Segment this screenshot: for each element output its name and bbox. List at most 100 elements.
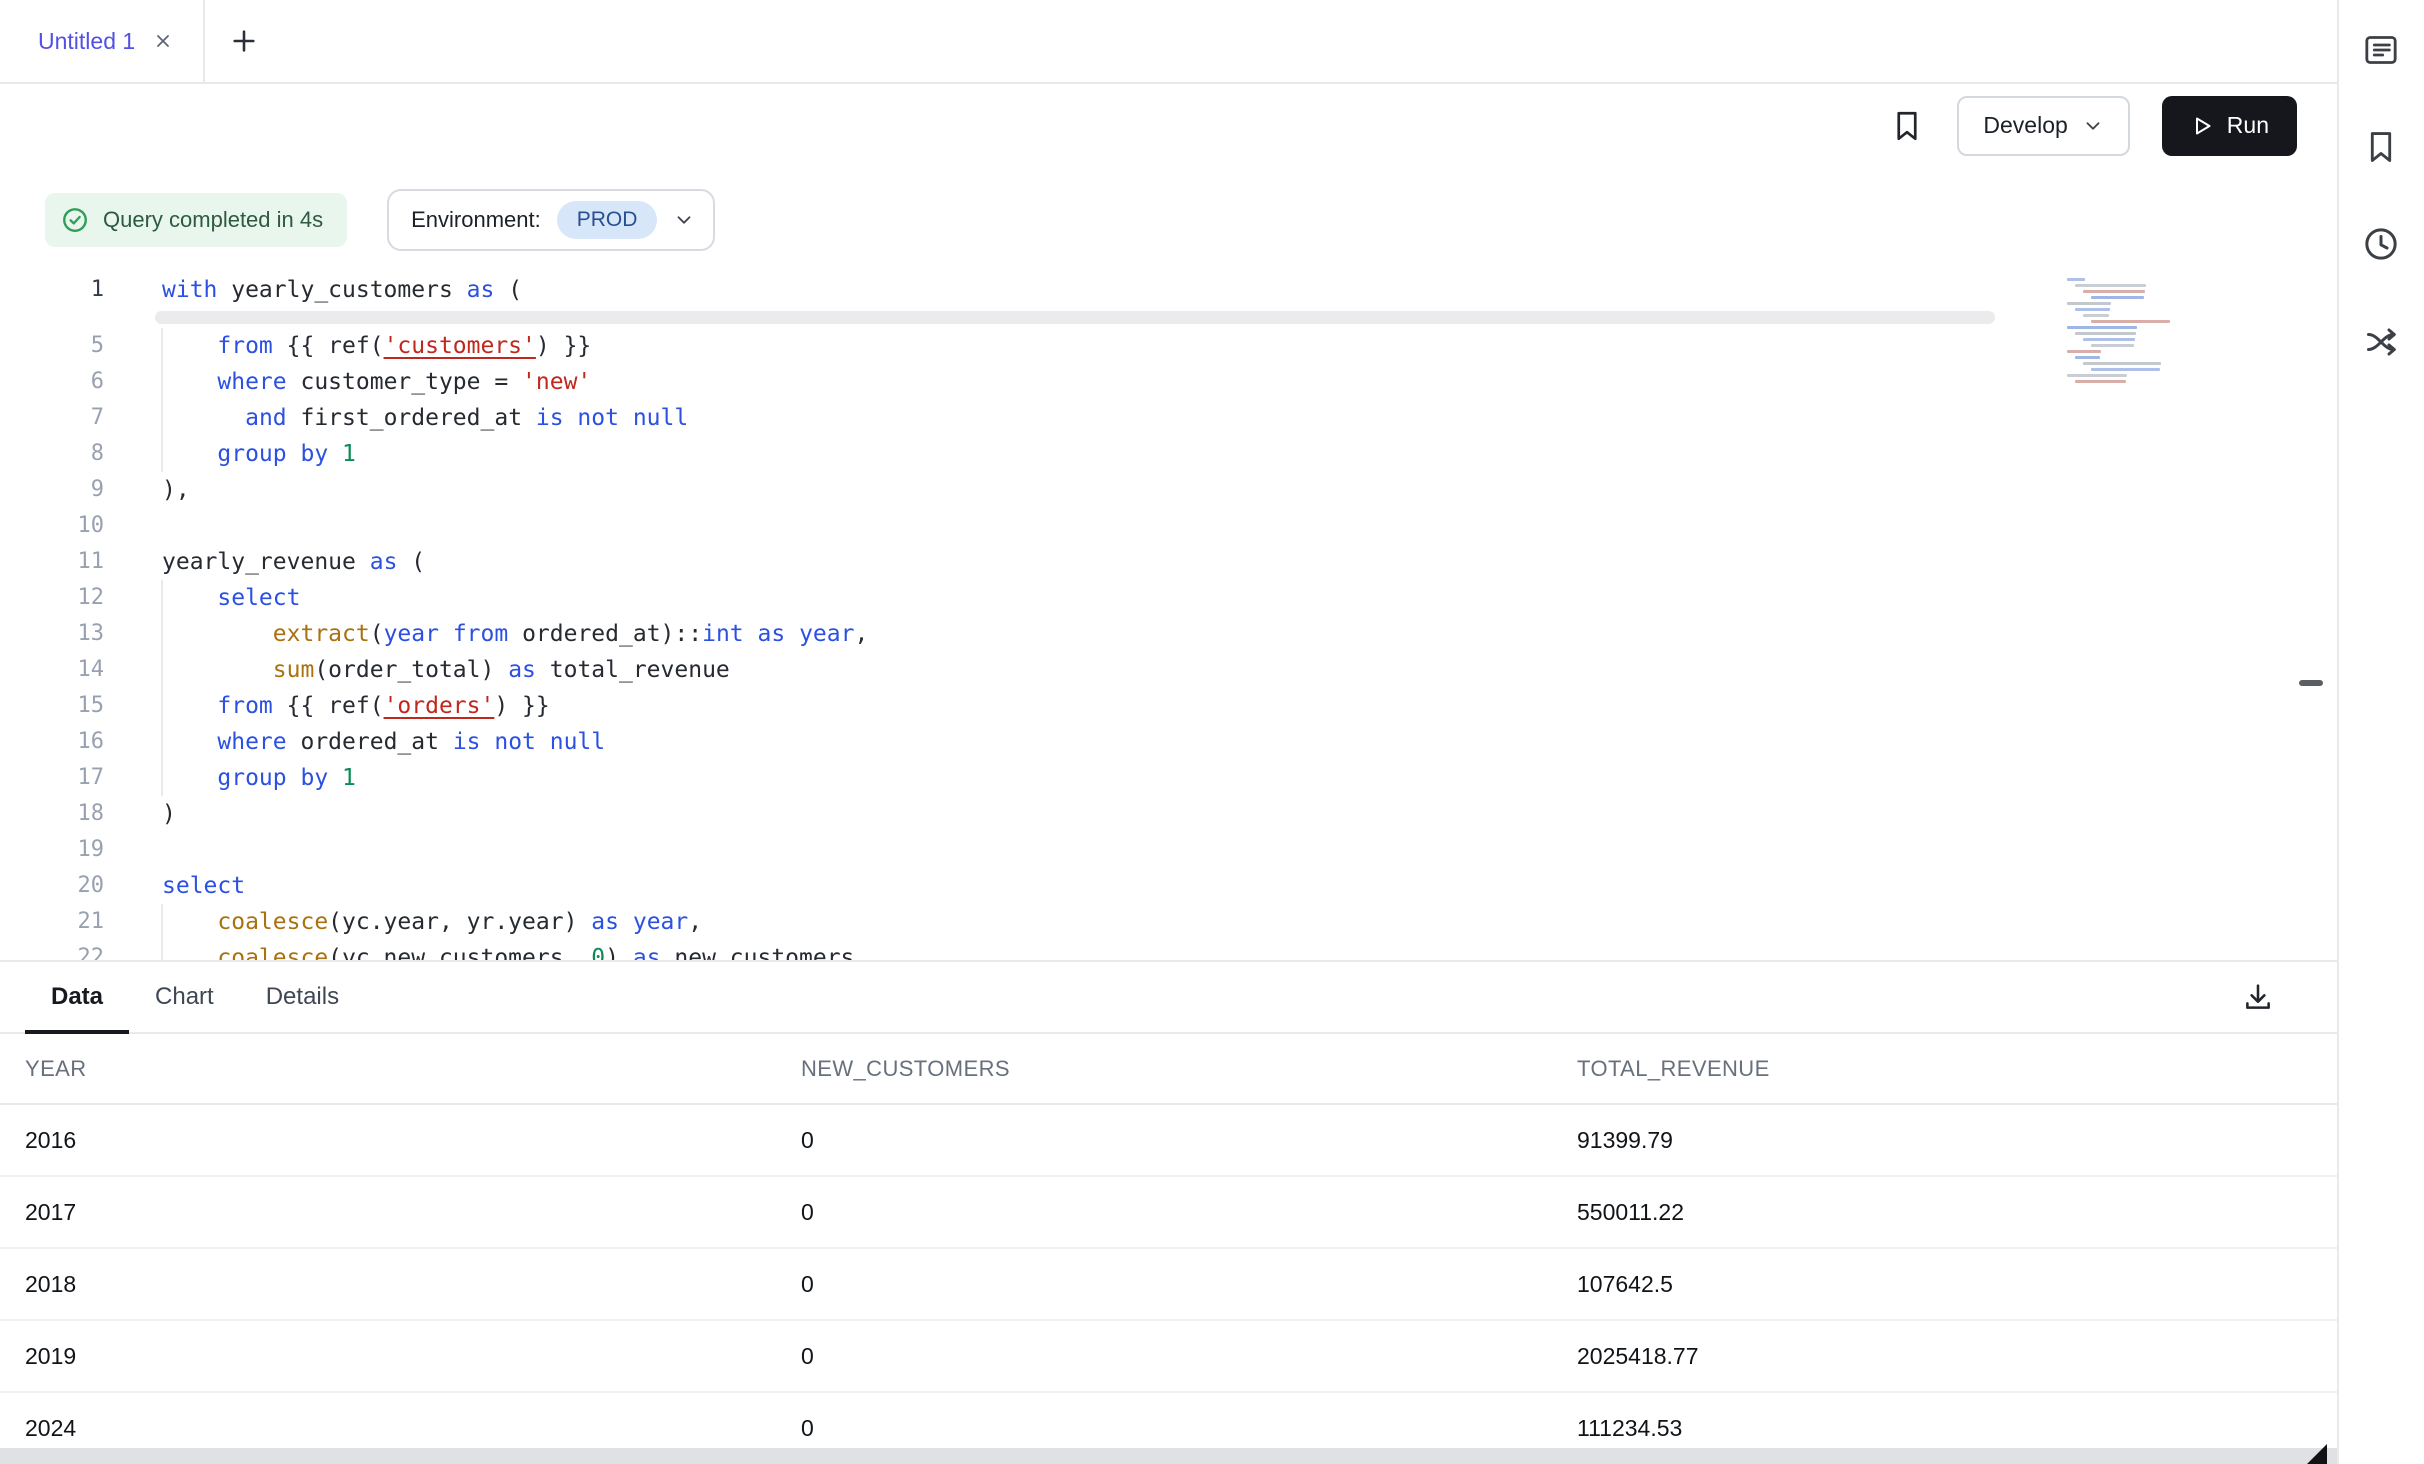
table-row: 20170550011.22 — [0, 1177, 2337, 1249]
table-header: YEAR NEW_CUSTOMERS TOTAL_REVENUE — [0, 1034, 2337, 1105]
line-number: 20 — [0, 868, 104, 904]
download-button[interactable] — [2241, 980, 2275, 1014]
right-icon-rail — [2337, 0, 2422, 1464]
column-header-new-customers: NEW_CUSTOMERS — [776, 1056, 1552, 1082]
results-panel: Data Chart Details YEAR NEW_CUSTOMERS TO… — [0, 960, 2337, 1464]
table-cell: 2019 — [0, 1343, 776, 1370]
code-line[interactable]: 14 sum(order_total) as total_revenue — [0, 652, 2337, 688]
scroll-position-indicator[interactable] — [2299, 680, 2323, 686]
develop-label: Develop — [1983, 112, 2067, 139]
environment-selector[interactable]: Environment: PROD — [387, 189, 715, 251]
code-text: group by 1 — [104, 436, 356, 472]
code-text: with yearly_customers as ( — [104, 272, 522, 308]
run-button[interactable]: Run — [2162, 96, 2297, 156]
bookmark-icon — [2362, 128, 2400, 166]
sticky-line[interactable]: 1with yearly_customers as ( — [0, 272, 2337, 308]
code-line[interactable]: 17 group by 1 — [0, 760, 2337, 796]
bottom-scrollbar[interactable] — [0, 1448, 2337, 1464]
code-line[interactable]: 16 where ordered_at is not null — [0, 724, 2337, 760]
code-line[interactable]: 11yearly_revenue as ( — [0, 544, 2337, 580]
line-number: 9 — [0, 472, 104, 508]
code-line[interactable]: 7 and first_ordered_at is not null — [0, 400, 2337, 436]
toolbar: Develop Run — [0, 84, 2337, 167]
tab-label: Untitled 1 — [38, 28, 135, 55]
develop-dropdown[interactable]: Develop — [1957, 96, 2129, 156]
table-cell: 2017 — [0, 1199, 776, 1226]
tab-untitled-1[interactable]: Untitled 1 — [0, 0, 205, 82]
table-cell: 2024 — [0, 1415, 776, 1442]
close-tab-icon[interactable] — [153, 31, 173, 51]
history-rail-button[interactable] — [2361, 224, 2401, 264]
code-text: where customer_type = 'new' — [104, 364, 591, 400]
code-line[interactable]: 5 from {{ ref('customers') }} — [0, 328, 2337, 364]
code-text: select — [104, 580, 300, 616]
table-cell: 107642.5 — [1552, 1271, 2337, 1298]
table-cell: 0 — [776, 1343, 1552, 1370]
code-line[interactable]: 22 coalesce(yc.new_customers, 0) as new_… — [0, 940, 2337, 960]
code-line[interactable]: 21 coalesce(yc.year, yr.year) as year, — [0, 904, 2337, 940]
line-number: 17 — [0, 760, 104, 796]
environment-badge: PROD — [557, 201, 658, 239]
table-cell: 0 — [776, 1271, 1552, 1298]
table-row: 2016091399.79 — [0, 1105, 2337, 1177]
code-line[interactable]: 6 where customer_type = 'new' — [0, 364, 2337, 400]
table-row: 201902025418.77 — [0, 1321, 2337, 1393]
code-line[interactable]: 10 — [0, 508, 2337, 544]
code-line[interactable]: 8 group by 1 — [0, 436, 2337, 472]
code-line[interactable]: 19 — [0, 832, 2337, 868]
bookmark-button[interactable] — [1889, 108, 1925, 144]
tab-details[interactable]: Details — [240, 962, 365, 1032]
tab-chart[interactable]: Chart — [129, 962, 240, 1032]
code-text: yearly_revenue as ( — [104, 544, 425, 580]
new-tab-button[interactable] — [205, 0, 283, 82]
tab-data[interactable]: Data — [25, 962, 129, 1032]
line-number: 6 — [0, 364, 104, 400]
lineage-rail-button[interactable] — [2361, 322, 2401, 362]
code-line[interactable]: 13 extract(year from ordered_at)::int as… — [0, 616, 2337, 652]
code-line[interactable]: 12 select — [0, 580, 2337, 616]
code-editor[interactable]: 1with yearly_customers as ( 5 from {{ re… — [0, 272, 2337, 960]
line-number: 8 — [0, 436, 104, 472]
chevron-down-icon — [673, 209, 695, 231]
query-status-text: Query completed in 4s — [103, 207, 323, 233]
line-number: 7 — [0, 400, 104, 436]
resize-handle[interactable] — [2307, 1444, 2327, 1464]
editor-outline-button[interactable] — [2361, 30, 2401, 70]
horizontal-scrollbar-thumb[interactable] — [155, 311, 1995, 324]
table-cell: 0 — [776, 1127, 1552, 1154]
table-cell: 111234.53 — [1552, 1415, 2337, 1442]
code-text: where ordered_at is not null — [104, 724, 605, 760]
app-window: Untitled 1 Develop Run — [0, 0, 2424, 1464]
code-line[interactable]: 1with yearly_customers as ( — [0, 272, 2337, 308]
code-line[interactable]: 9), — [0, 472, 2337, 508]
line-number: 15 — [0, 688, 104, 724]
line-number: 10 — [0, 508, 104, 544]
column-header-total-revenue: TOTAL_REVENUE — [1552, 1056, 2337, 1082]
download-icon — [2241, 980, 2275, 1014]
line-number: 21 — [0, 904, 104, 940]
code-line[interactable]: 18) — [0, 796, 2337, 832]
shuffle-arrows-icon — [2361, 322, 2401, 362]
environment-label: Environment: — [411, 207, 541, 233]
table-cell: 0 — [776, 1199, 1552, 1226]
table-cell: 2018 — [0, 1271, 776, 1298]
status-row: Query completed in 4s Environment: PROD — [0, 167, 2337, 272]
code-text: select — [104, 868, 245, 904]
code-line[interactable]: 15 from {{ ref('orders') }} — [0, 688, 2337, 724]
line-number: 14 — [0, 652, 104, 688]
code-text: extract(year from ordered_at)::int as ye… — [104, 616, 868, 652]
bookmarks-rail-button[interactable] — [2362, 128, 2400, 166]
check-circle-icon — [60, 205, 90, 235]
minimap[interactable] — [2065, 278, 2186, 383]
line-number: 13 — [0, 616, 104, 652]
run-label: Run — [2227, 112, 2269, 139]
line-number: 18 — [0, 796, 104, 832]
horizontal-scrollbar[interactable] — [0, 308, 2337, 328]
table-cell: 0 — [776, 1415, 1552, 1442]
main-area: Untitled 1 Develop Run — [0, 0, 2337, 1464]
table-row: 20180107642.5 — [0, 1249, 2337, 1321]
line-number: 19 — [0, 832, 104, 868]
code-text: coalesce(yc.year, yr.year) as year, — [104, 904, 702, 940]
code-line[interactable]: 20select — [0, 868, 2337, 904]
chevron-down-icon — [2082, 115, 2104, 137]
